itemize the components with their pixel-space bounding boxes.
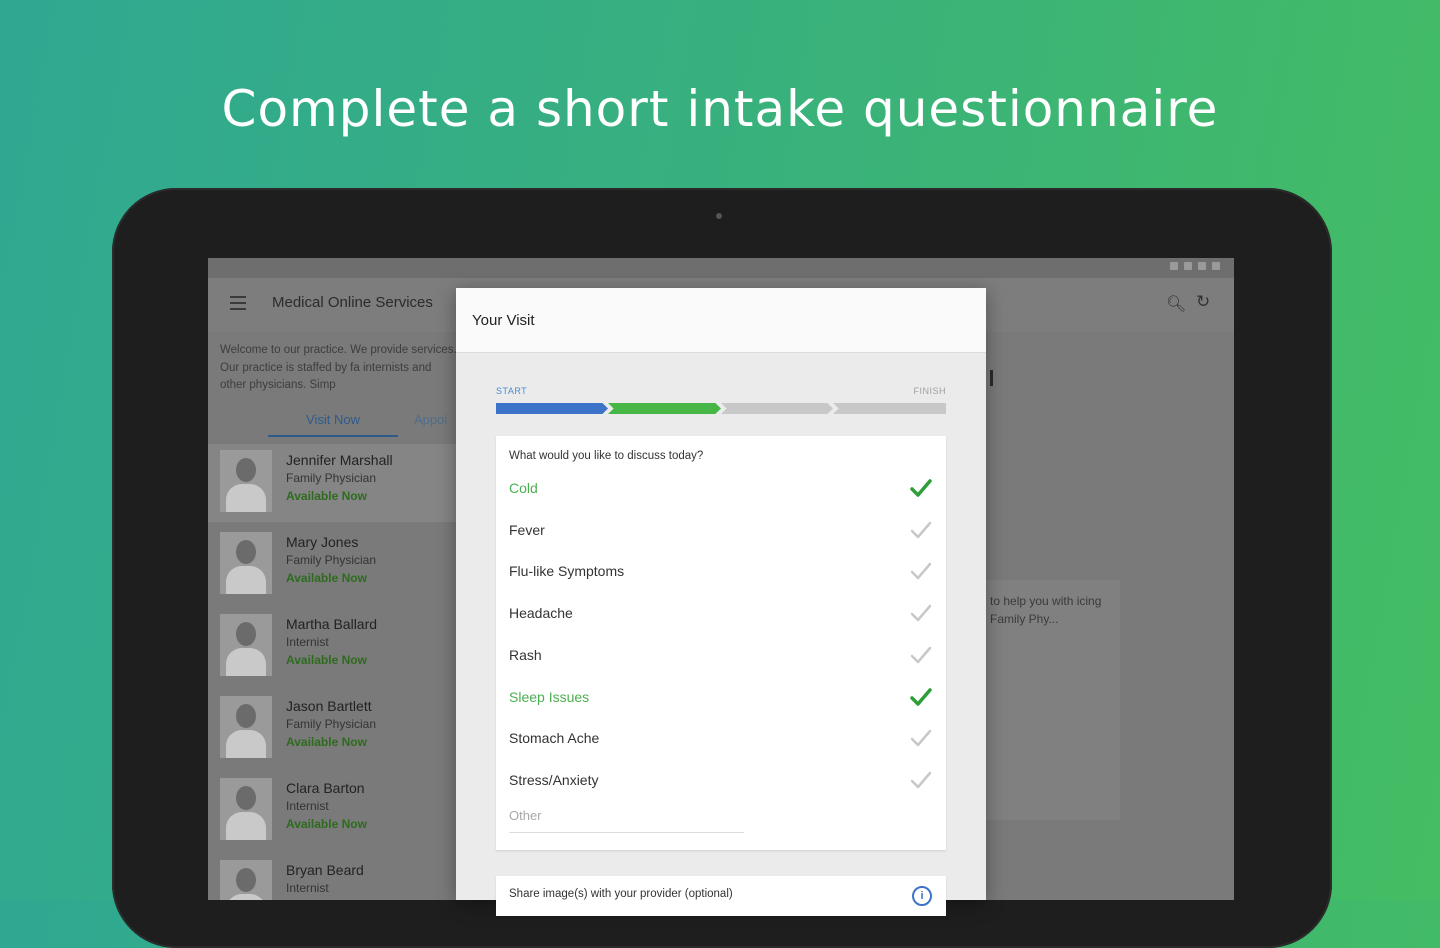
symptom-option[interactable]: Cold xyxy=(496,468,946,508)
doctor-row[interactable]: Jennifer Marshall Family Physician Availab… xyxy=(208,444,458,522)
doctor-photo xyxy=(220,614,272,676)
doctor-photo xyxy=(220,450,272,512)
text-cursor xyxy=(990,370,993,386)
status-bar xyxy=(208,258,1234,278)
symptom-option[interactable]: Fever xyxy=(496,510,946,550)
dialog-header: Your Visit xyxy=(456,288,986,353)
progress-step-1 xyxy=(496,403,608,414)
progress-finish-label: FINISH xyxy=(913,386,946,396)
dialog-title: Your Visit xyxy=(472,312,535,329)
app-title: Medical Online Services xyxy=(272,294,433,311)
progress-step-3 xyxy=(721,403,833,414)
doctor-availability: Available Now xyxy=(286,735,367,749)
check-icon[interactable] xyxy=(906,474,936,502)
check-icon[interactable] xyxy=(906,641,936,669)
progress-bar xyxy=(496,403,946,414)
other-input-underline xyxy=(509,832,744,833)
doctor-role: Internist xyxy=(286,799,329,813)
doctor-row[interactable]: Mary Jones Family Physician Available Now xyxy=(208,526,458,604)
check-icon[interactable] xyxy=(906,516,936,544)
symptom-option[interactable]: Stomach Ache xyxy=(496,718,946,758)
symptom-option-label: Cold xyxy=(509,480,538,496)
doctor-row[interactable]: Bryan Beard Internist xyxy=(208,854,458,900)
doctor-name: Mary Jones xyxy=(286,534,359,550)
check-icon[interactable] xyxy=(906,599,936,627)
info-icon[interactable]: i xyxy=(912,886,932,906)
symptom-option-label: Flu-like Symptoms xyxy=(509,563,625,580)
doctor-availability: Available Now xyxy=(286,571,367,585)
menu-icon[interactable] xyxy=(230,296,246,310)
symptom-option[interactable]: Stress/Anxiety xyxy=(496,760,946,800)
check-icon[interactable] xyxy=(906,683,936,711)
doctor-role: Family Physician xyxy=(286,553,377,567)
progress-step-2 xyxy=(608,403,721,414)
doctor-row[interactable]: Jason Bartlett Family Physician Available … xyxy=(208,690,458,768)
doctor-name: Clara Barton xyxy=(286,780,365,796)
your-visit-dialog: Your Visit START FINISH What would you l… xyxy=(456,288,986,916)
headline: Complete a short intake questionnaire xyxy=(221,80,1219,138)
symptom-option-label: Headache xyxy=(509,605,573,622)
refresh-icon[interactable]: ↻ xyxy=(1196,292,1210,312)
doctor-availability: Available Now xyxy=(286,653,367,667)
share-images-label: Share image(s) with your provider (optio… xyxy=(509,888,733,900)
symptom-card: What would you like to discuss today? Co… xyxy=(496,436,946,850)
search-icon[interactable]: 🔍︎ xyxy=(1166,294,1186,314)
provider-info-text: to help you with icing Family Phy... xyxy=(990,594,1102,626)
doctor-role: Family Physician xyxy=(286,471,377,485)
doctor-photo xyxy=(220,696,272,758)
symptom-option-label: Fever xyxy=(509,521,545,538)
question-text: What would you like to discuss today? xyxy=(509,450,704,462)
progress-start-label: START xyxy=(496,386,528,396)
doctor-row[interactable]: Martha Ballard Internist Available Now xyxy=(208,608,458,686)
symptom-option-label: Rash xyxy=(509,646,542,663)
doctor-name: Jason Bartlett xyxy=(286,698,372,714)
tab-visit-now[interactable]: Visit Now xyxy=(268,412,398,437)
symptom-option[interactable]: Flu-like Symptoms xyxy=(496,551,946,591)
doctor-name: Bryan Beard xyxy=(286,862,364,878)
check-icon[interactable] xyxy=(906,766,936,794)
symptom-option-label: Sleep Issues xyxy=(509,688,590,705)
practice-intro: Welcome to our practice. We provide serv… xyxy=(220,344,457,391)
doctor-row[interactable]: Clara Barton Internist Available Now xyxy=(208,772,458,850)
doctor-availability: Available Now xyxy=(286,817,367,831)
doctor-photo xyxy=(220,860,272,900)
doctor-photo xyxy=(220,532,272,594)
symptom-option-label: Stress/Anxiety xyxy=(509,771,599,788)
progress-step-4 xyxy=(833,403,946,414)
camera xyxy=(716,213,722,219)
symptom-option[interactable]: Headache xyxy=(496,593,946,633)
doctor-role: Family Physician xyxy=(286,717,377,731)
other-input[interactable]: Other xyxy=(509,808,542,823)
symptom-option[interactable]: Rash xyxy=(496,635,946,675)
doctor-name: Martha Ballard xyxy=(286,616,378,632)
tab-appointments[interactable]: Appoi xyxy=(414,412,447,427)
doctor-availability: Available Now xyxy=(286,489,367,503)
status-icons xyxy=(1170,262,1220,270)
check-icon[interactable] xyxy=(906,557,936,585)
tab-bar: Visit Now Appoi xyxy=(208,408,458,438)
share-images-card[interactable]: Share image(s) with your provider (optio… xyxy=(496,876,946,916)
doctor-role: Internist xyxy=(286,881,329,895)
check-icon[interactable] xyxy=(906,724,936,752)
doctor-role: Internist xyxy=(286,635,329,649)
symptom-option[interactable]: Sleep Issues xyxy=(496,677,946,717)
symptom-option-label: Stomach Ache xyxy=(509,730,600,747)
doctor-photo xyxy=(220,778,272,840)
doctor-name: Jennifer Marshall xyxy=(286,452,393,468)
